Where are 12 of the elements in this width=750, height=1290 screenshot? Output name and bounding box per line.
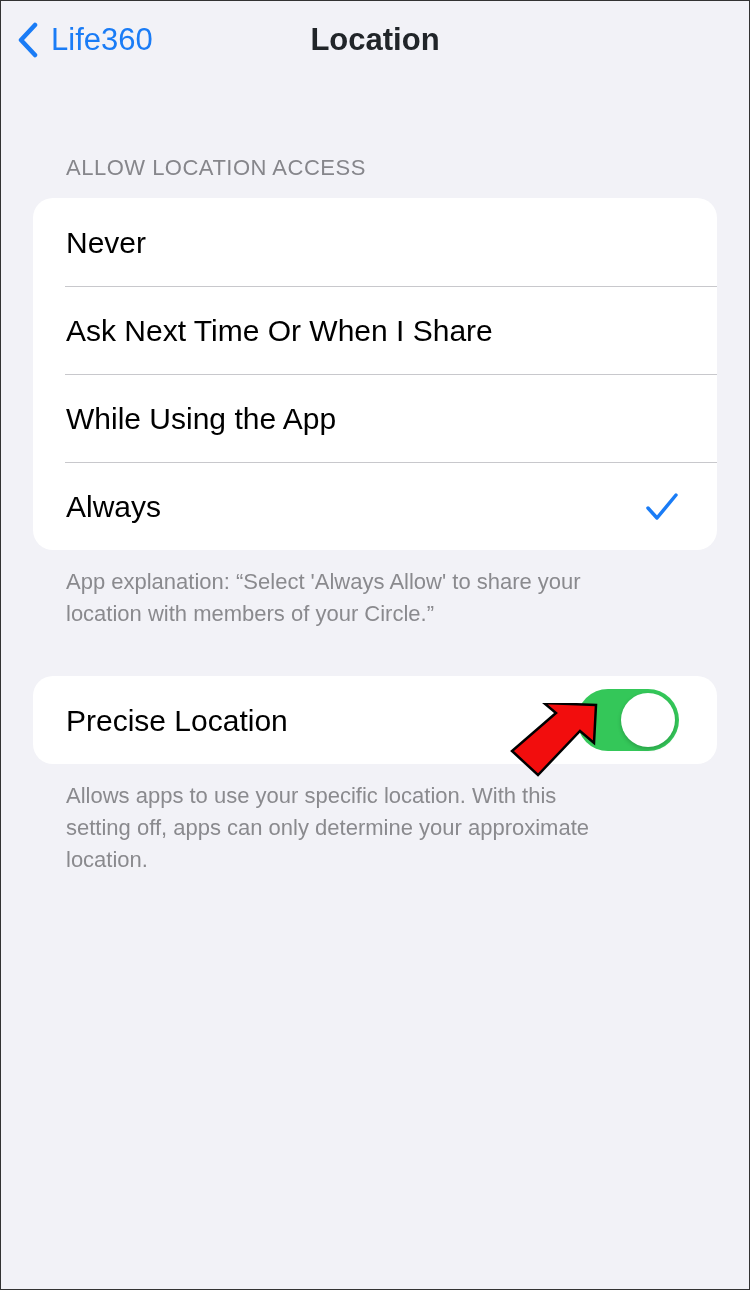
access-option[interactable]: Always: [65, 462, 717, 550]
app-explanation-text: App explanation: “Select 'Always Allow' to share your location with members of your Circle.”: [66, 569, 581, 626]
back-chevron-icon: [17, 21, 39, 58]
access-option[interactable]: While Using the App: [65, 374, 717, 462]
back-button[interactable]: Life360: [17, 21, 153, 59]
pointer-arrow-icon: [508, 703, 600, 777]
precise-location-description: Allows apps to use your specific location. With this setting off, apps can only determine your approximate location.: [66, 783, 589, 872]
screen-title: Location: [310, 22, 440, 57]
section-header: ALLOW LOCATION ACCESS: [66, 155, 366, 180]
precise-location-label: Precise Location: [66, 702, 288, 739]
access-option[interactable]: Never: [33, 198, 717, 286]
access-option[interactable]: Ask Next Time Or When I Share: [65, 286, 717, 374]
